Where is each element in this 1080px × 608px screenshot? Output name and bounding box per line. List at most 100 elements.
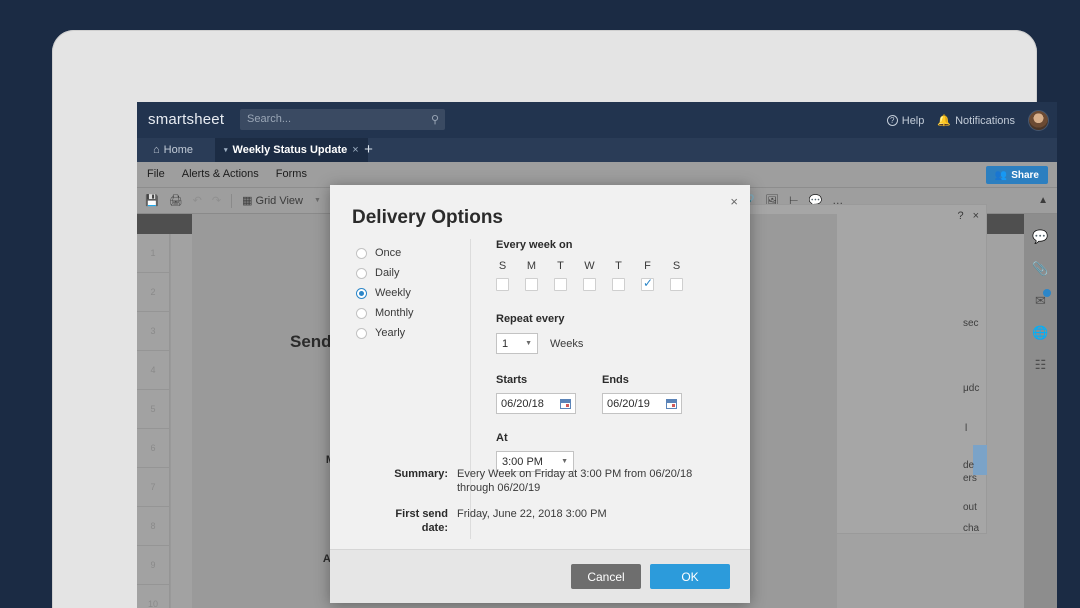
summary-label: Summary: (394, 468, 448, 480)
weekday-letter: T (615, 260, 622, 272)
search-input[interactable]: Search... ⚲ (240, 109, 445, 130)
weekday-sunday[interactable]: S (496, 260, 509, 291)
frequency-label: Daily (375, 267, 400, 279)
panel-text-fragment: ers (963, 473, 977, 484)
radio-icon-selected[interactable] (356, 287, 367, 299)
menu-item-forms[interactable]: Forms (276, 168, 307, 180)
side-panel-help-icon[interactable]: ? (957, 210, 963, 222)
search-icon: ⚲ (430, 114, 439, 126)
notifications-button[interactable]: 🔔 Notifications (937, 114, 1015, 128)
weekday-wednesday[interactable]: W (583, 260, 596, 291)
add-tab-button[interactable]: + (359, 141, 378, 160)
frequency-label: Once (375, 247, 402, 259)
weekday-tuesday[interactable]: T (554, 260, 567, 291)
row-number[interactable]: 1 (137, 234, 170, 273)
share-button[interactable]: 👥 Share (985, 166, 1048, 184)
menu-item-alerts-actions[interactable]: Alerts & Actions (182, 168, 259, 180)
undo-icon[interactable]: ↶ (193, 194, 202, 207)
weekday-letter: T (557, 260, 564, 272)
tab-home[interactable]: ⌂ Home (143, 138, 203, 162)
smartsheet-logo[interactable]: smartsheet (148, 111, 224, 128)
dialog-close-icon[interactable]: × (730, 194, 738, 209)
weekday-letter: W (584, 260, 595, 272)
publish-icon[interactable]: 🌐 (1032, 324, 1049, 341)
side-panel-close-icon[interactable]: × (973, 210, 979, 222)
delivery-options-dialog: × Delivery Options Once Daily Weekly Mon… (330, 185, 750, 603)
update-request-icon[interactable]: ✉ (1032, 289, 1051, 309)
save-icon[interactable]: 💾 (145, 194, 159, 207)
dialog-title: Delivery Options (352, 207, 503, 228)
top-right-actions: ? Help 🔔 Notifications (886, 110, 1049, 131)
weekday-checkbox[interactable] (612, 278, 625, 291)
every-week-on-label: Every week on (496, 239, 573, 251)
row-number[interactable]: 5 (137, 390, 170, 429)
menu-item-file[interactable]: File (147, 168, 165, 180)
weekday-letter: S (672, 260, 681, 272)
weekday-monday[interactable]: M (525, 260, 538, 291)
tab-weekly-status-update[interactable]: ▾ Weekly Status Update × (215, 138, 368, 162)
close-icon[interactable]: × (352, 144, 358, 156)
calendar-icon[interactable] (666, 398, 677, 409)
comments-panel-icon[interactable]: 💬 (1032, 228, 1049, 245)
redo-icon[interactable]: ↷ (212, 194, 221, 207)
weekday-checkbox[interactable] (670, 278, 683, 291)
ok-button[interactable]: OK (650, 564, 730, 589)
side-panel-actions: ? × (957, 210, 979, 222)
app-top-bar: smartsheet Search... ⚲ ? Help 🔔 Notifica… (137, 102, 1057, 138)
calendar-icon[interactable] (560, 398, 571, 409)
radio-icon[interactable] (356, 327, 367, 339)
frequency-option-monthly[interactable]: Monthly (356, 303, 456, 323)
frequency-option-daily[interactable]: Daily (356, 263, 456, 283)
weekday-checkbox[interactable] (554, 278, 567, 291)
starts-group: Starts 06/20/18 (496, 374, 576, 414)
ends-date-value: 06/20/19 (607, 397, 650, 410)
weekday-thursday[interactable]: T (612, 260, 625, 291)
print-icon[interactable]: 🖨 (169, 194, 183, 207)
cancel-button[interactable]: Cancel (571, 564, 641, 589)
recurrence-settings: Every week on S M T W T F ✓ S Repeat eve… (496, 239, 736, 472)
radio-icon[interactable] (356, 307, 367, 319)
collapse-toolbar-icon[interactable]: ▲ (1038, 195, 1048, 206)
weekday-checkbox-checked[interactable] (641, 276, 654, 291)
ends-date-input[interactable]: 06/20/19 (602, 393, 682, 414)
panel-text-fragment: l (965, 423, 968, 434)
weekday-selector: S M T W T F ✓ S (496, 260, 736, 291)
row-number[interactable]: 2 (137, 273, 170, 312)
starts-date-input[interactable]: 06/20/18 (496, 393, 576, 414)
tab-home-label: Home (163, 144, 193, 156)
bell-icon: 🔔 (937, 115, 952, 127)
toolbar-divider (231, 193, 233, 208)
repeat-interval-select[interactable]: 1 ▼ (496, 333, 538, 354)
repeat-every-label: Repeat every (496, 313, 565, 325)
weekday-friday[interactable]: F (641, 260, 654, 291)
frequency-label: Monthly (375, 307, 414, 319)
at-label: At (496, 432, 508, 444)
chevron-down-icon: ▼ (314, 197, 321, 204)
help-button[interactable]: ? Help (886, 115, 924, 127)
repeat-interval-value: 1 (502, 337, 509, 350)
weekday-checkbox[interactable] (525, 278, 538, 291)
chevron-down-icon[interactable]: ▾ (224, 146, 228, 154)
frequency-option-weekly[interactable]: Weekly (356, 283, 456, 303)
row-number[interactable]: 9 (137, 546, 170, 585)
grid-view-button[interactable]: ▦ Grid View ▼ (242, 194, 321, 208)
weekday-checkbox[interactable] (496, 278, 509, 291)
attachments-panel-icon[interactable]: 📎 (1032, 260, 1049, 277)
row-number[interactable]: 4 (137, 351, 170, 390)
ends-label: Ends (602, 374, 629, 386)
avatar[interactable] (1028, 110, 1049, 131)
row-number[interactable]: 8 (137, 507, 170, 546)
radio-icon[interactable] (356, 267, 367, 279)
weekday-checkbox[interactable] (583, 278, 596, 291)
frequency-option-yearly[interactable]: Yearly (356, 323, 456, 343)
radio-icon[interactable] (356, 247, 367, 259)
frequency-option-once[interactable]: Once (356, 243, 456, 263)
row-number[interactable]: 7 (137, 468, 170, 507)
row-number[interactable]: 10 (137, 585, 170, 608)
weekday-saturday[interactable]: S (670, 260, 683, 291)
first-send-label: First send date: (395, 508, 448, 534)
row-number[interactable]: 3 (137, 312, 170, 351)
row-number[interactable]: 6 (137, 429, 170, 468)
activity-log-icon[interactable]: ☷ (1032, 356, 1049, 373)
screenshot-root: smartsheet Search... ⚲ ? Help 🔔 Notifica… (0, 0, 1080, 608)
